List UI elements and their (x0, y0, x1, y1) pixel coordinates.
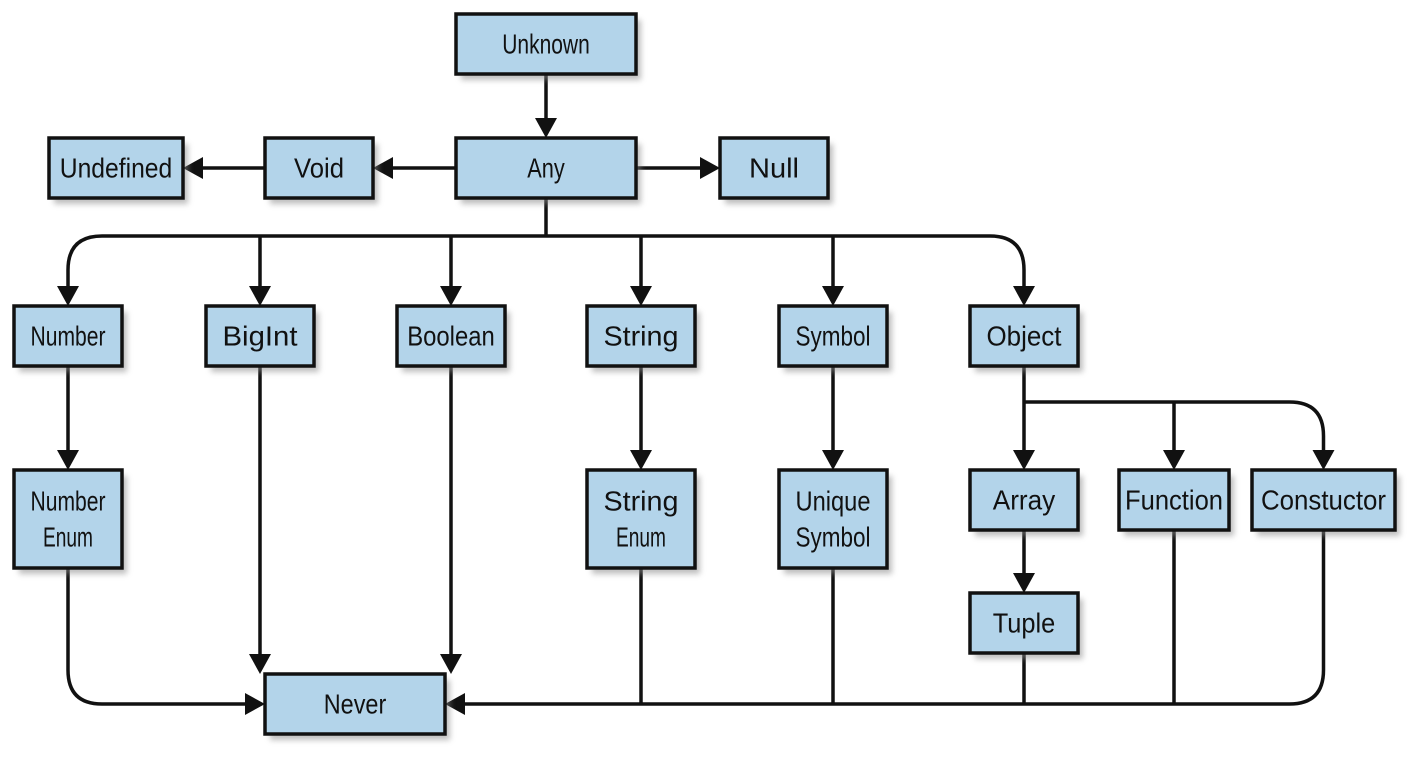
node-undefined: Undefined (47, 136, 188, 204)
node-label: Unknown (502, 29, 590, 60)
node-object: Object (968, 304, 1083, 372)
arrowhead-boolean (440, 286, 462, 306)
nodes: Unknown Any Void Undefined Null Number BigInt B… (12, 12, 1400, 740)
arrowhead-never-left (245, 693, 265, 715)
node-never: Never (263, 672, 450, 740)
arrowhead-symbol (822, 286, 844, 306)
node-tuple: Tuple (968, 591, 1083, 659)
arrowhead-function (1163, 450, 1185, 470)
node-constuctor: Constuctor (1250, 468, 1400, 536)
arrowhead-any (535, 118, 557, 138)
node-label: Void (294, 153, 344, 184)
node-label: Symbol (796, 321, 871, 352)
arrowhead-number-enum (57, 450, 79, 470)
arrowhead-constuctor (1312, 450, 1335, 470)
node-bigint: BigInt (204, 304, 319, 372)
arrowhead-object (1013, 286, 1035, 306)
node-label: Tuple (993, 608, 1056, 639)
node-any: Any (454, 136, 641, 204)
node-string-enum: String Enum (585, 468, 700, 574)
node-label: Undefined (60, 153, 173, 184)
arrowhead-never-bigint (249, 654, 271, 674)
node-label: Never (324, 689, 387, 720)
node-null: Null (718, 136, 833, 204)
node-label: BigInt (223, 321, 298, 352)
node-label: String (604, 486, 679, 517)
edges (57, 74, 1335, 715)
node-label: Unique (796, 486, 871, 517)
edge-bus-primitives (66, 234, 1026, 288)
arrowhead-string (630, 286, 652, 306)
node-label: Symbol (796, 522, 871, 553)
node-unique-symbol: Unique Symbol (777, 468, 892, 574)
node-label: Number (31, 486, 106, 517)
arrowhead-bigint (249, 286, 271, 306)
node-number: Number (12, 304, 127, 372)
node-boolean: Boolean (395, 304, 510, 372)
arrowhead-string-enum (630, 450, 652, 470)
node-number-enum: Number Enum (12, 468, 127, 574)
node-label: Boolean (407, 321, 495, 352)
arrowhead-tuple (1013, 573, 1035, 593)
node-unknown: Unknown (454, 12, 641, 80)
arrowhead-null (700, 157, 720, 179)
node-label: String (604, 321, 679, 352)
node-label: Any (527, 153, 565, 184)
node-label: Function (1125, 485, 1223, 516)
node-array: Array (968, 468, 1083, 536)
node-label: Constuctor (1261, 485, 1386, 516)
arrowhead-number (57, 286, 79, 306)
arrowhead-unique-symbol (822, 450, 844, 470)
arrowhead-array (1013, 450, 1035, 470)
node-label: Enum (43, 522, 93, 553)
node-label: Null (749, 153, 799, 184)
node-symbol: Symbol (777, 304, 892, 372)
node-string: String (585, 304, 700, 372)
type-hierarchy-diagram: Unknown Any Void Undefined Null Number BigInt B… (12, 12, 1400, 740)
node-void: Void (263, 136, 378, 204)
node-label: Object (987, 321, 1062, 352)
edge-number-enum-never (66, 568, 247, 706)
node-label: Array (993, 485, 1056, 516)
node-label: Enum (616, 522, 666, 553)
node-function: Function (1117, 468, 1234, 536)
node-label: Number (31, 321, 106, 352)
arrowhead-never-boolean (440, 654, 462, 674)
